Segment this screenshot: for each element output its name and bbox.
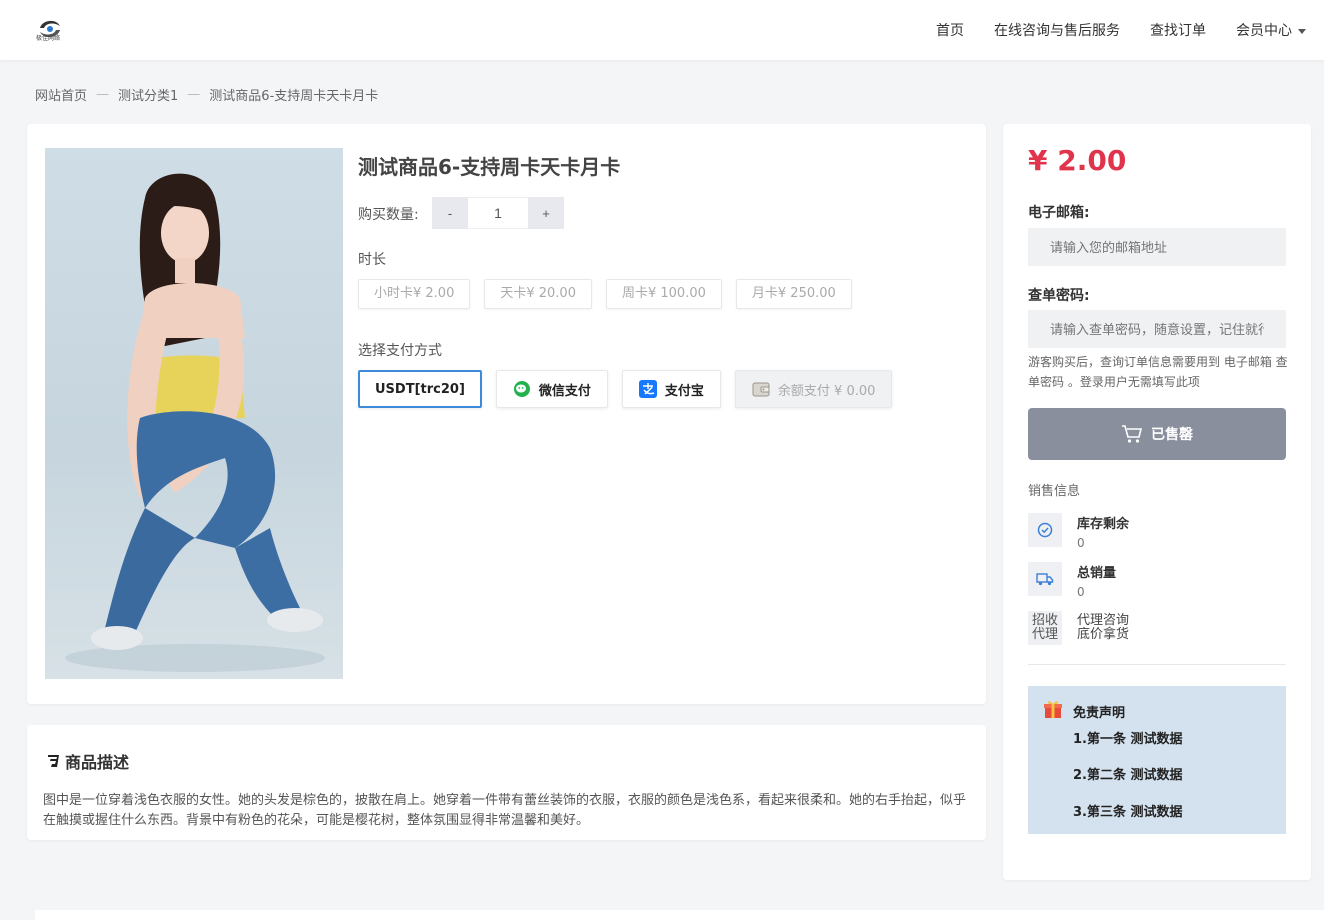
agent-text: 代理咨询 底价拿货 [1077,611,1129,645]
nav-member-label: 会员中心 [1236,23,1292,39]
stock-value: 0 [1077,536,1085,550]
agent-text-line-1: 代理咨询 [1077,613,1130,628]
cart-icon [1122,425,1143,443]
email-field[interactable] [1028,228,1286,266]
css3-icon [48,755,59,767]
duration-label: 时长 [358,252,386,268]
quantity-decrease-button[interactable]: - [432,197,468,229]
nav-support[interactable]: 在线咨询与售后服务 [994,20,1120,40]
quantity-label: 购买数量: [358,207,419,223]
description-title: 商品描述 [45,749,129,773]
payment-balance-label: 余额支付 ¥ 0.00 [777,383,876,399]
truck-icon [1028,562,1062,596]
gift-icon [1044,701,1062,718]
chevron-down-icon [1298,28,1306,34]
product-photo-illustration [65,173,325,672]
payment-usdt-label: USDT[trc20] [375,381,465,397]
nav-find-order[interactable]: 查找订单 [1150,20,1206,40]
product-image [45,148,343,679]
disclaimer-title: 免责声明 [1073,706,1126,721]
duration-option-day[interactable]: 天卡¥ 20.00 [484,279,592,309]
order-card: ¥ 2.00 电子邮箱: 查单密码: 游客购买后，查询订单信息需要用到 电子邮箱… [1003,124,1311,880]
description-text: 图中是一位穿着浅色衣服的女性。她的头发是棕色的，披散在肩上。她穿着一件带有蕾丝装… [43,793,967,828]
stock-stat: 库存剩余 0 [1028,513,1129,550]
agent-tag: 招收 代理 [1028,611,1062,645]
divider [1028,664,1286,665]
description-title-text: 商品描述 [65,753,130,772]
payment-label: 选择支付方式 [358,343,442,359]
order-password-field[interactable] [1028,310,1286,348]
disclaimer-item: 3.第三条 测试数据 [1073,805,1183,820]
alipay-icon [638,380,657,398]
email-label: 电子邮箱: [1028,205,1090,221]
top-header: 极佳网络 首页 在线咨询与售后服务 查找订单 会员中心 [0,0,1324,60]
agent-info[interactable]: 招收 代理 代理咨询 底价拿货 [1028,611,1129,645]
duration-option-month[interactable]: 月卡¥ 250.00 [735,279,852,309]
disclaimer-box: 免责声明 1.第一条 测试数据 2.第二条 测试数据 3.第三条 测试数据 [1028,686,1286,834]
breadcrumb-separator: — [96,87,110,102]
quantity-increase-button[interactable]: + [528,197,564,229]
sales-info-title: 销售信息 [1028,484,1081,499]
main-nav: 首页 在线咨询与售后服务 查找订单 会员中心 [906,0,1306,60]
footer-strip [35,910,1324,920]
product-card: 测试商品6-支持周卡天卡月卡 购买数量: - + 时长 小时卡¥ 2.00 天卡… [27,124,986,704]
breadcrumb-separator: — [187,87,201,102]
agent-text-line-2: 底价拿货 [1077,627,1130,642]
stock-label: 库存剩余 [1077,517,1130,532]
payment-alipay-label: 支付宝 [664,383,704,399]
agent-tag-line-2: 代理 [1031,627,1058,642]
duration-options: 小时卡¥ 2.00 天卡¥ 20.00 周卡¥ 100.00 月卡¥ 250.0… [358,279,866,309]
nav-home[interactable]: 首页 [936,20,964,40]
logo-text: 极佳网络 [36,35,61,42]
total-sales-label: 总销量 [1077,566,1117,581]
agent-tag-line-1: 招收 [1031,613,1058,628]
duration-option-week[interactable]: 周卡¥ 100.00 [605,279,722,309]
breadcrumb-category[interactable]: 测试分类1 [118,85,178,104]
payment-usdt[interactable]: USDT[trc20] [358,370,482,408]
wallet-icon [752,382,770,397]
breadcrumb-current: 测试商品6-支持周卡天卡月卡 [209,89,379,104]
quantity-input[interactable] [468,197,528,229]
guest-hint: 游客购买后，查询订单信息需要用到 电子邮箱 查单密码 。登录用户无需填写此项 [1028,355,1288,389]
product-title: 测试商品6-支持周卡天卡月卡 [358,155,621,179]
order-password-label: 查单密码: [1028,288,1090,304]
payment-balance[interactable]: 余额支付 ¥ 0.00 [734,370,893,408]
total-sales-value: 0 [1077,585,1085,599]
quantity-stepper: - + [432,197,564,229]
check-circle-icon [1028,513,1062,547]
disclaimer-item: 2.第二条 测试数据 [1073,768,1183,783]
sold-out-label: 已售罄 [1151,426,1193,442]
description-card: 商品描述 图中是一位穿着浅色衣服的女性。她的头发是棕色的，披散在肩上。她穿着一件… [27,725,986,840]
payment-options: USDT[trc20] 微信支付 支付宝 余额支付 ¥ 0.00 [358,370,906,408]
nav-member-center[interactable]: 会员中心 [1236,20,1306,40]
disclaimer-item: 1.第一条 测试数据 [1073,732,1183,747]
payment-wechat[interactable]: 微信支付 [495,370,608,408]
duration-option-hour[interactable]: 小时卡¥ 2.00 [358,279,471,309]
payment-wechat-label: 微信支付 [538,383,591,399]
payment-alipay[interactable]: 支付宝 [621,370,721,408]
sold-out-button[interactable]: 已售罄 [1028,408,1286,460]
product-price: ¥ 2.00 [1028,144,1127,177]
wechat-icon [513,381,530,397]
breadcrumb: 网站首页 — 测试分类1 — 测试商品6-支持周卡天卡月卡 [35,85,378,104]
breadcrumb-home[interactable]: 网站首页 [35,85,87,104]
total-sales-stat: 总销量 0 [1028,562,1116,599]
